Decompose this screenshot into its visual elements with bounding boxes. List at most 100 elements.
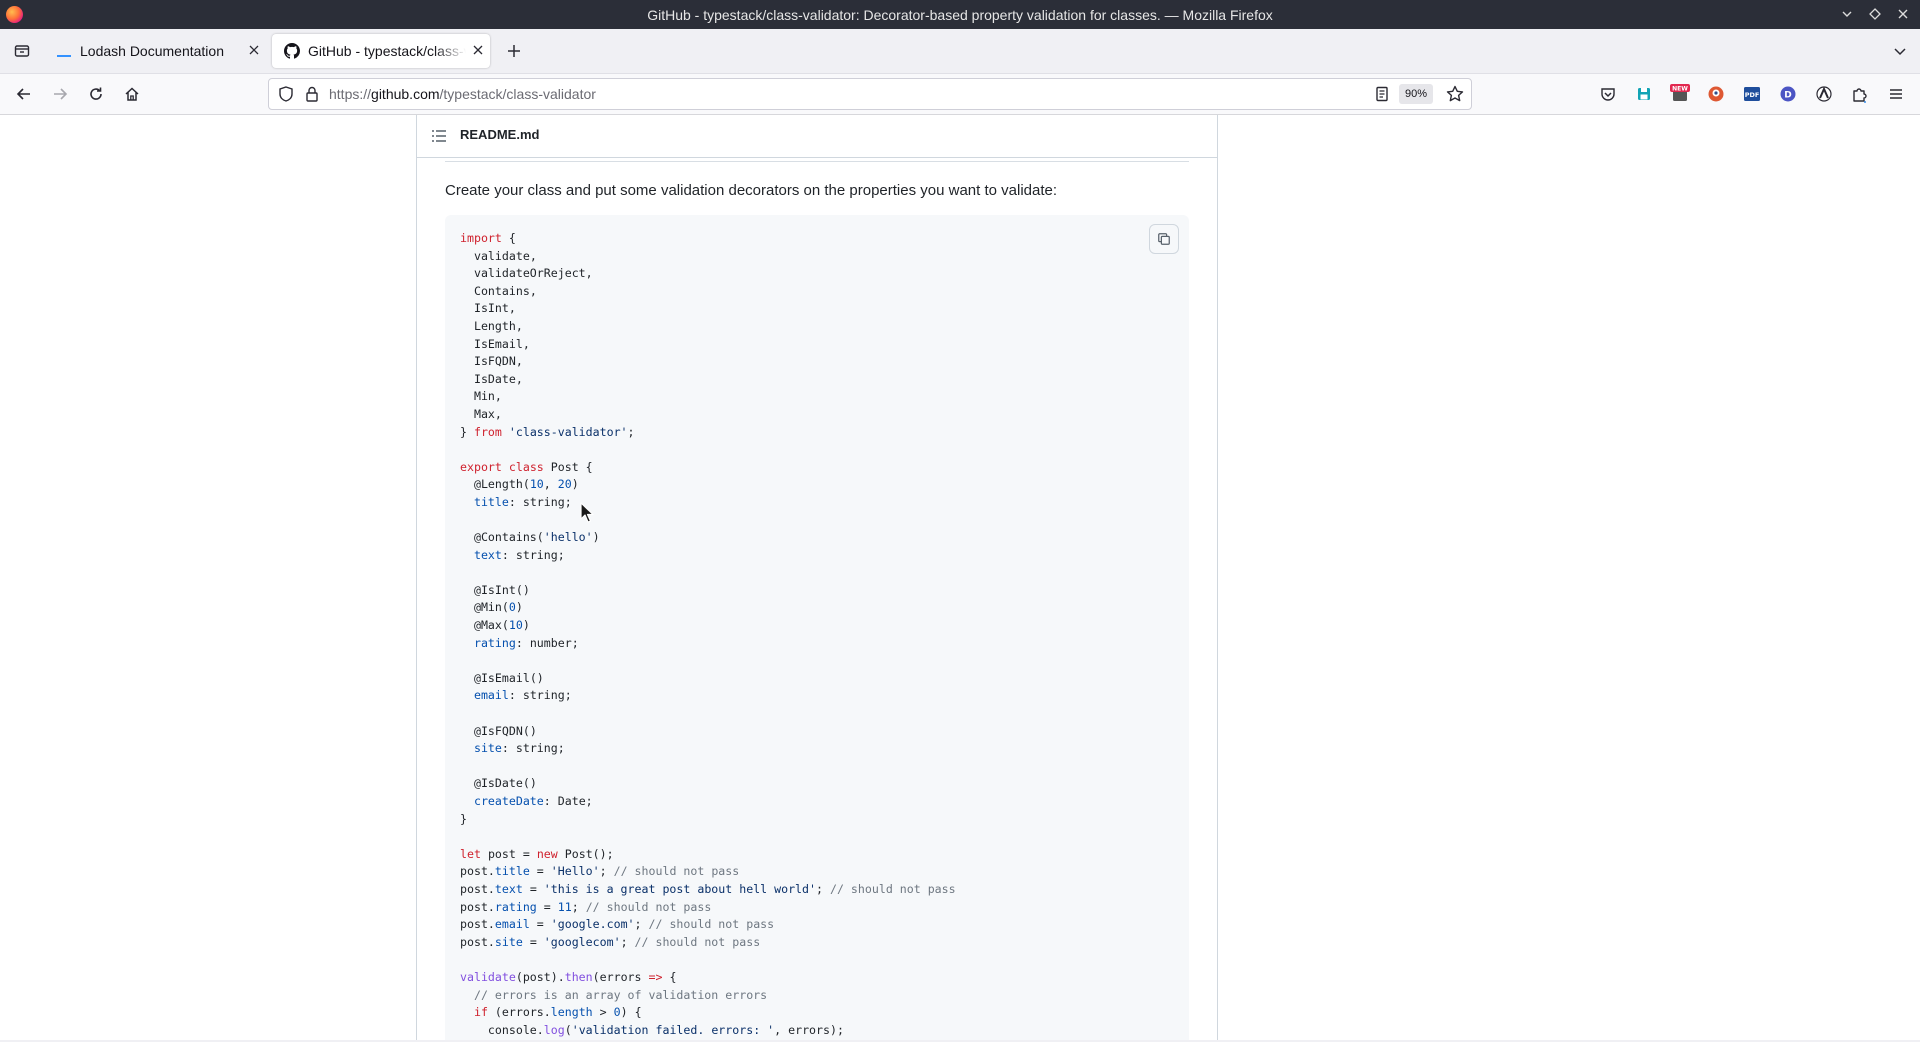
code-line: Min, (473, 389, 502, 404)
tab-lodash[interactable]: Lodash Documentation (44, 34, 266, 68)
code-line: email: string; (473, 688, 572, 703)
divider (445, 161, 1189, 162)
outline-list-icon[interactable] (431, 128, 447, 144)
code-line: post.email = 'google.com'; // should not… (460, 917, 775, 932)
github-favicon-icon (284, 43, 300, 59)
readme-container: README.md Create your class and put some… (416, 115, 1218, 1042)
duckduckgo-extension-icon[interactable] (1702, 80, 1730, 108)
code-line: createDate: Date; (473, 794, 593, 808)
code-line: IsFQDN, (473, 354, 523, 369)
reader-view-icon[interactable] (1373, 85, 1391, 103)
plus-icon (508, 45, 520, 57)
forward-button[interactable] (46, 80, 74, 108)
arrow-right-icon (54, 88, 68, 100)
code-line: console.log('validation failed. errors: … (487, 1022, 844, 1037)
code-line: @IsFQDN() (473, 723, 537, 738)
code-line: validate, (473, 248, 537, 263)
save-extension-icon[interactable] (1630, 80, 1658, 108)
tab-label: GitHub - typestack/class-validator: Deco… (308, 43, 466, 59)
home-button[interactable] (118, 80, 146, 108)
code-line: validate(post).then(errors => { (460, 969, 677, 984)
code-line: post.text = 'this is a great post about … (460, 881, 956, 896)
minimize-icon[interactable] (1840, 8, 1854, 22)
tab-label: Lodash Documentation (80, 43, 224, 59)
copy-icon (1158, 233, 1170, 245)
code-line: post.site = 'googlecom'; // should not p… (460, 934, 761, 949)
code-line: post.rating = 11; // should not pass (460, 899, 712, 914)
code-block: import { validate, validateOrReject, Con… (445, 215, 1189, 1042)
window-titlebar: GitHub - typestack/class-validator: Deco… (0, 0, 1920, 29)
code-line: Contains, (473, 283, 537, 298)
hamburger-menu-icon[interactable] (1882, 80, 1910, 108)
code-line: let post = new Post(); (460, 846, 614, 861)
code-content: import { validate, validateOrReject, Con… (460, 230, 956, 1039)
url-text[interactable]: https://github.com/typestack/class-valid… (329, 86, 596, 102)
close-tab-icon[interactable] (242, 42, 266, 60)
code-line: text: string; (473, 547, 565, 562)
pdf-extension-icon[interactable]: PDF (1738, 80, 1766, 108)
navigation-toolbar: https://github.com/typestack/class-valid… (0, 74, 1920, 115)
reload-icon (90, 87, 102, 100)
code-line: Max, (473, 406, 502, 421)
back-button[interactable] (10, 80, 38, 108)
chevron-down-icon (1894, 48, 1906, 56)
code-line: IsInt, (473, 301, 516, 316)
window-controls (1840, 0, 1910, 29)
d-extension-icon[interactable]: D (1774, 80, 1802, 108)
url-bar[interactable]: https://github.com/typestack/class-valid… (268, 78, 1472, 110)
code-line: @Length(10, 20) (473, 477, 579, 492)
code-line: validateOrReject, (473, 266, 593, 281)
code-line: @IsDate() (473, 776, 537, 791)
close-tab-icon[interactable] (466, 42, 490, 60)
readme-intro-text: Create your class and put some validatio… (445, 182, 1058, 199)
new-badge-extension-icon[interactable]: NEW (1666, 80, 1694, 108)
tracking-protection-shield-icon[interactable] (277, 85, 295, 103)
zoom-level-button[interactable]: 90% (1398, 84, 1433, 104)
bookmark-star-icon[interactable] (1445, 84, 1465, 104)
code-line: @IsInt() (473, 582, 530, 597)
list-all-tabs-button[interactable] (1886, 37, 1914, 65)
code-line: // errors is an array of validation erro… (473, 987, 768, 1002)
extensions-puzzle-icon[interactable] (1846, 80, 1874, 108)
firefox-logo-icon (6, 6, 23, 23)
tab-strip: Lodash Documentation GitHub - typestack/… (0, 29, 1920, 74)
code-line: export class Post { (460, 459, 593, 474)
home-icon (125, 87, 139, 101)
svg-text:NEW: NEW (1672, 86, 1688, 93)
code-line: @Max(10) (473, 618, 530, 633)
lock-icon[interactable] (303, 85, 321, 103)
svg-text:D: D (1784, 91, 1791, 101)
readme-filename[interactable]: README.md (460, 127, 539, 142)
code-line: IsDate, (473, 371, 523, 386)
code-line: } (460, 811, 467, 826)
page-viewport: README.md Create your class and put some… (0, 115, 1920, 1042)
tampermonkey-extension-icon[interactable] (1810, 80, 1838, 108)
pocket-icon[interactable] (1594, 80, 1622, 108)
new-tab-button[interactable] (500, 37, 528, 65)
tab-github[interactable]: GitHub - typestack/class-validator: Deco… (272, 34, 490, 68)
code-line: @Min(0) (473, 600, 523, 615)
code-line: @Contains('hello') (473, 530, 600, 545)
svg-text:PDF: PDF (1745, 91, 1760, 99)
code-line: import { (460, 231, 516, 245)
maximize-icon[interactable] (1868, 7, 1882, 22)
copy-code-button[interactable] (1149, 224, 1179, 254)
code-line: @IsEmail() (473, 670, 544, 685)
readme-header: README.md (417, 115, 1217, 158)
code-line: rating: number; (473, 635, 579, 650)
code-line: title: string; (473, 494, 572, 509)
code-line: } from 'class-validator'; (460, 424, 635, 439)
close-window-icon[interactable] (1896, 8, 1910, 22)
code-line: site: string; (473, 741, 565, 756)
window-title: GitHub - typestack/class-validator: Deco… (647, 6, 1273, 23)
reload-button[interactable] (82, 80, 110, 108)
firefox-view-icon[interactable] (8, 37, 36, 65)
